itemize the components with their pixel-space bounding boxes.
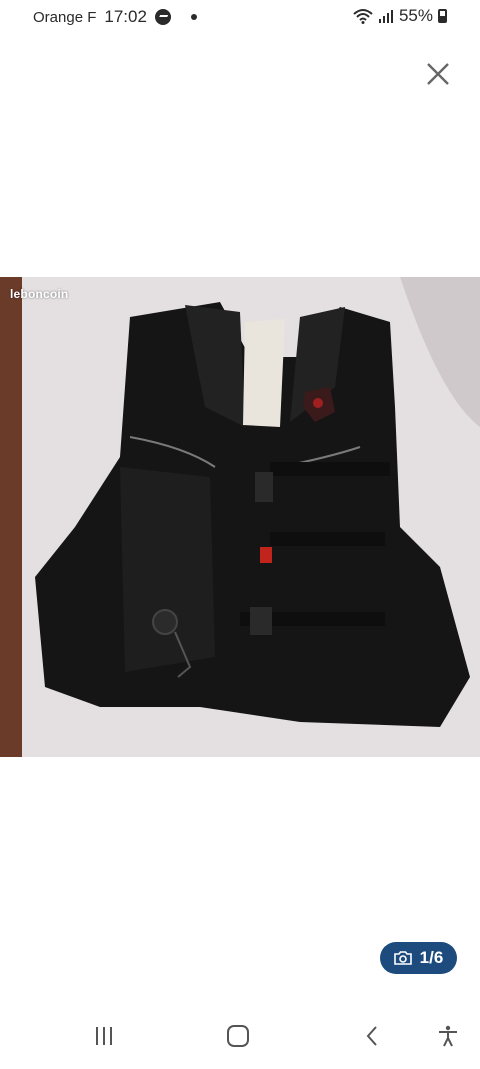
notification-dot-icon xyxy=(190,14,197,20)
camera-icon xyxy=(393,951,412,965)
recent-apps-button[interactable] xyxy=(86,1018,122,1054)
wifi-icon xyxy=(353,9,373,24)
home-icon xyxy=(227,1025,249,1047)
accessibility-icon xyxy=(439,1025,457,1047)
home-button[interactable] xyxy=(220,1018,256,1054)
back-button[interactable] xyxy=(355,1018,391,1054)
vest-photo-image xyxy=(0,277,480,757)
accessibility-button[interactable] xyxy=(430,1018,466,1054)
clock: 17:02 xyxy=(104,7,147,26)
photo-counter[interactable]: 1/6 xyxy=(380,942,457,974)
leboncoin-watermark: leboncoin xyxy=(10,287,69,301)
carrier-label: Orange F xyxy=(33,8,97,26)
battery-percent: 55% xyxy=(398,6,433,25)
navigation-bar xyxy=(0,1000,480,1069)
status-bar: Orange F 17:02 55% xyxy=(0,0,480,34)
close-icon xyxy=(427,63,449,85)
close-button[interactable] xyxy=(420,56,456,92)
signal-icon xyxy=(378,10,393,23)
recent-apps-icon xyxy=(96,1027,112,1045)
listing-photo[interactable]: leboncoin xyxy=(0,277,480,757)
photo-counter-label: 1/6 xyxy=(419,948,444,967)
back-icon xyxy=(366,1026,377,1046)
battery-icon xyxy=(438,9,447,23)
messenger-icon xyxy=(154,9,171,25)
